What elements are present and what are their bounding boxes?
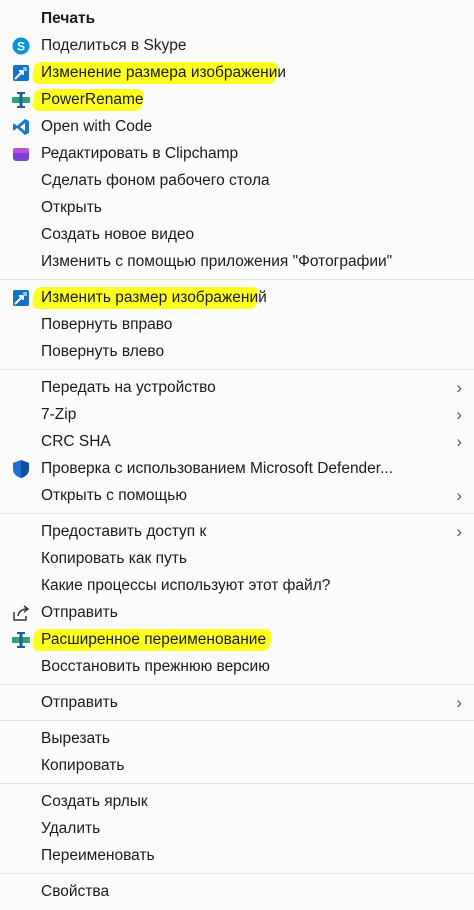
menu-item[interactable]: Открыть с помощью › bbox=[0, 482, 474, 509]
menu-separator bbox=[0, 684, 474, 685]
menu-item-label: Изменить размер изображений bbox=[41, 289, 267, 306]
menu-item[interactable]: Сделать фоном рабочего стола bbox=[0, 167, 474, 194]
menu-item-label: Переименовать bbox=[41, 847, 155, 864]
menu-item-label: CRC SHA bbox=[41, 433, 111, 450]
menu-item[interactable]: Удалить bbox=[0, 815, 474, 842]
defender-shield-icon bbox=[11, 459, 31, 479]
menu-item[interactable]: Какие процессы используют этот файл? bbox=[0, 572, 474, 599]
menu-item-label: Копировать как путь bbox=[41, 550, 187, 567]
image-resize-icon bbox=[11, 288, 31, 308]
menu-item-label: Открыть bbox=[41, 199, 102, 216]
menu-item-label: Печать bbox=[41, 10, 96, 27]
menu-item[interactable]: Создать ярлык bbox=[0, 788, 474, 815]
menu-item-label: Повернуть вправо bbox=[41, 316, 173, 333]
menu-item[interactable]: Проверка с использованием Microsoft Defe… bbox=[0, 455, 474, 482]
menu-item-label: Предоставить доступ к bbox=[41, 523, 207, 540]
menu-separator bbox=[0, 720, 474, 721]
vscode-icon bbox=[11, 117, 31, 137]
menu-separator bbox=[0, 513, 474, 514]
menu-item-label: Вырезать bbox=[41, 730, 110, 747]
powerrename-icon bbox=[11, 90, 31, 110]
chevron-right-icon: › bbox=[456, 432, 462, 451]
menu-item-label: Копировать bbox=[41, 757, 125, 774]
menu-item-label: Поделиться в Skype bbox=[41, 37, 187, 54]
menu-item-label: Редактировать в Clipchamp bbox=[41, 145, 239, 162]
menu-item-label: Open with Code bbox=[41, 118, 153, 135]
menu-item[interactable]: 7-Zip › bbox=[0, 401, 474, 428]
menu-item-label: Расширенное переименование bbox=[41, 631, 267, 648]
menu-item[interactable]: CRC SHA › bbox=[0, 428, 474, 455]
menu-item[interactable]: Копировать bbox=[0, 752, 474, 779]
menu-item[interactable]: Редактировать в Clipchamp bbox=[0, 140, 474, 167]
menu-item[interactable]: Открыть bbox=[0, 194, 474, 221]
menu-separator bbox=[0, 279, 474, 280]
menu-item[interactable]: Отправить › bbox=[0, 689, 474, 716]
menu-item-label: Повернуть влево bbox=[41, 343, 165, 360]
menu-item-label: Создать ярлык bbox=[41, 793, 148, 810]
menu-item-label: Какие процессы используют этот файл? bbox=[41, 577, 331, 594]
svg-text:S: S bbox=[17, 40, 25, 54]
menu-item[interactable]: Копировать как путь bbox=[0, 545, 474, 572]
menu-item[interactable]: Печать bbox=[0, 5, 474, 32]
image-resize-icon bbox=[11, 63, 31, 83]
chevron-right-icon: › bbox=[456, 486, 462, 505]
menu-item-label: Создать новое видео bbox=[41, 226, 195, 243]
menu-item-label: Удалить bbox=[41, 820, 101, 837]
menu-item-label: PowerRename bbox=[41, 91, 144, 108]
menu-item[interactable]: Предоставить доступ к › bbox=[0, 518, 474, 545]
chevron-right-icon: › bbox=[456, 405, 462, 424]
menu-item[interactable]: Изменить с помощью приложения "Фотографи… bbox=[0, 248, 474, 275]
clipchamp-icon bbox=[11, 144, 31, 164]
menu-item-label: Свойства bbox=[41, 883, 110, 900]
menu-item-label: Проверка с использованием Microsoft Defe… bbox=[41, 460, 394, 477]
menu-item-label: Изменение размера изображении bbox=[41, 64, 287, 81]
menu-item[interactable]: Свойства bbox=[0, 878, 474, 905]
menu-item[interactable]: Open with Code bbox=[0, 113, 474, 140]
menu-item[interactable]: Повернуть вправо bbox=[0, 311, 474, 338]
menu-item[interactable]: Отправить bbox=[0, 599, 474, 626]
share-icon bbox=[11, 603, 31, 623]
menu-item-label: Передать на устройство bbox=[41, 379, 216, 396]
menu-item-label: Отправить bbox=[41, 604, 118, 621]
menu-item[interactable]: Передать на устройство › bbox=[0, 374, 474, 401]
chevron-right-icon: › bbox=[456, 522, 462, 541]
menu-item-label: Изменить с помощью приложения "Фотографи… bbox=[41, 253, 393, 270]
chevron-right-icon: › bbox=[456, 378, 462, 397]
menu-separator bbox=[0, 369, 474, 370]
menu-separator bbox=[0, 873, 474, 874]
menu-item-label: Сделать фоном рабочего стола bbox=[41, 172, 270, 189]
context-menu: Печать S Поделиться в Skype Изменение разме… bbox=[0, 0, 474, 910]
menu-item[interactable]: S Поделиться в Skype bbox=[0, 32, 474, 59]
menu-item[interactable]: Восстановить прежнюю версию bbox=[0, 653, 474, 680]
menu-item[interactable]: Повернуть влево bbox=[0, 338, 474, 365]
menu-item[interactable]: PowerRename bbox=[0, 86, 474, 113]
menu-item[interactable]: Изменение размера изображении bbox=[0, 59, 474, 86]
chevron-right-icon: › bbox=[456, 693, 462, 712]
skype-icon: S bbox=[11, 36, 31, 56]
powerrename-icon bbox=[11, 630, 31, 650]
menu-item-label: Открыть с помощью bbox=[41, 487, 187, 504]
menu-item[interactable]: Изменить размер изображений bbox=[0, 284, 474, 311]
menu-separator bbox=[0, 783, 474, 784]
menu-item-label: 7-Zip bbox=[41, 406, 77, 423]
menu-item-label: Отправить bbox=[41, 694, 118, 711]
menu-item[interactable]: Переименовать bbox=[0, 842, 474, 869]
menu-item[interactable]: Расширенное переименование bbox=[0, 626, 474, 653]
menu-item-label: Восстановить прежнюю версию bbox=[41, 658, 270, 675]
menu-item[interactable]: Создать новое видео bbox=[0, 221, 474, 248]
menu-item[interactable]: Вырезать bbox=[0, 725, 474, 752]
